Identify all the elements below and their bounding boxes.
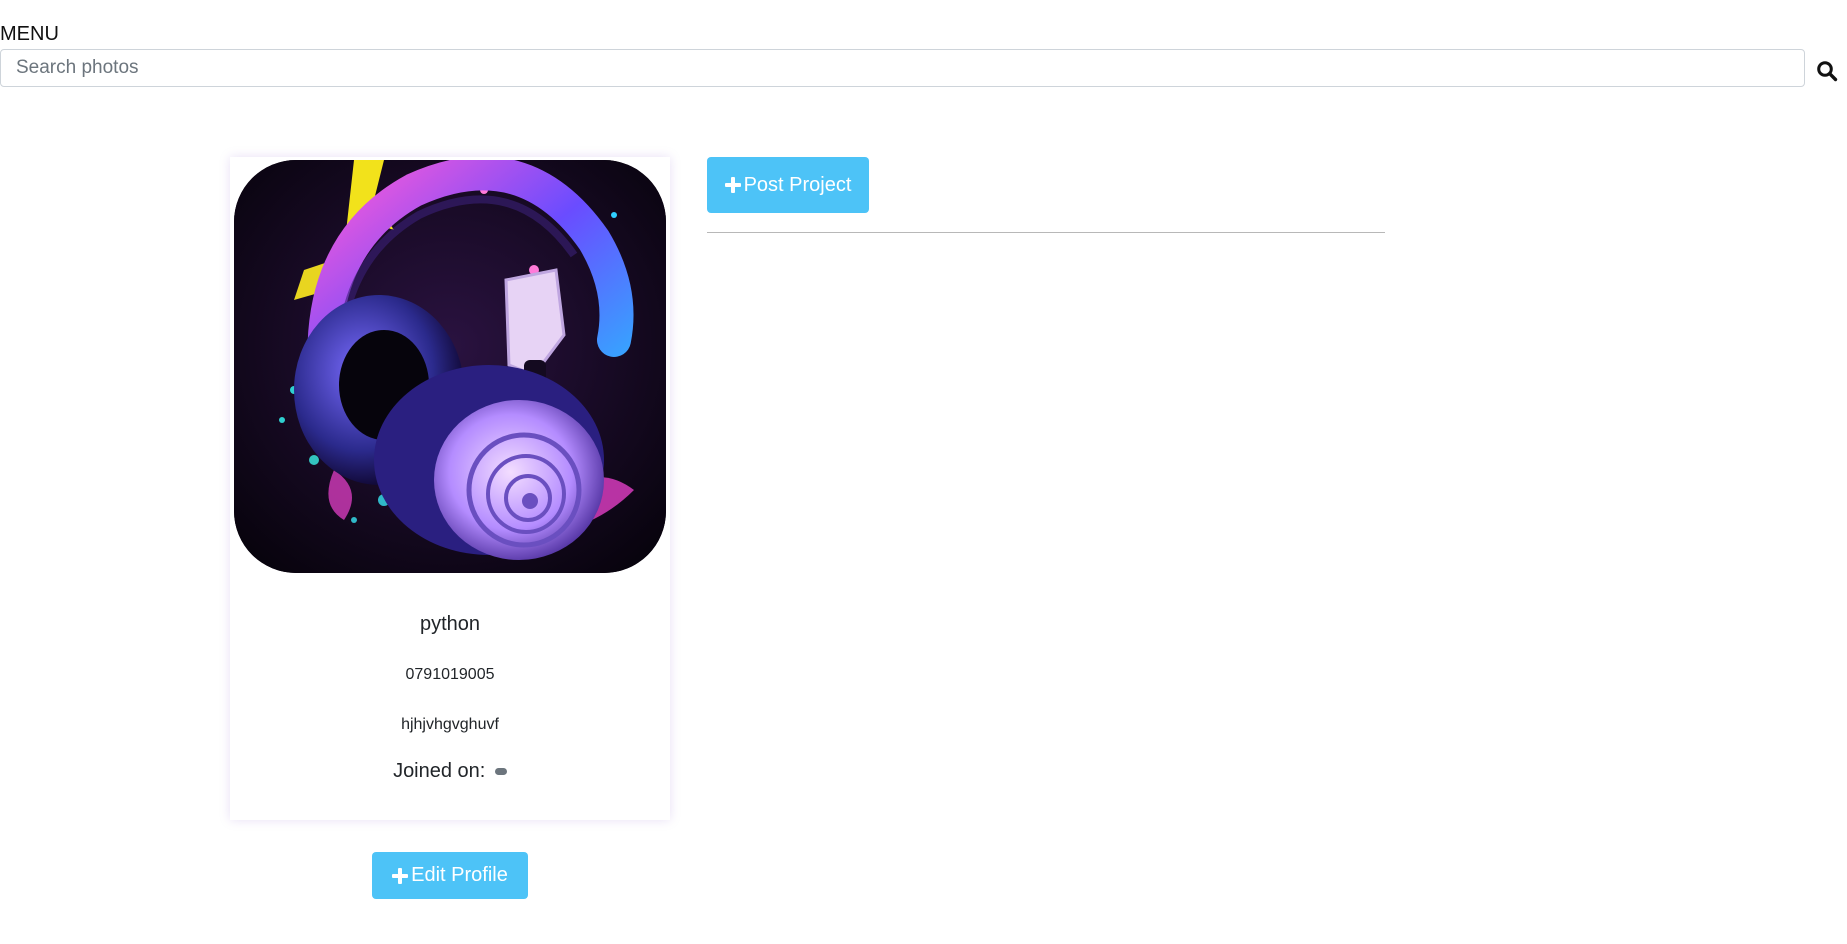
- search-input[interactable]: [0, 49, 1805, 87]
- search-bar: [0, 49, 1805, 87]
- joined-label: Joined on:: [393, 760, 486, 782]
- profile-card: python 0791019005 hjhjvhgvghuvf Joined o…: [230, 157, 670, 820]
- post-project-button[interactable]: Post Project: [707, 157, 869, 213]
- profile-joined: Joined on:: [230, 758, 670, 784]
- plus-icon: [724, 177, 741, 193]
- edit-profile-label: Edit Profile: [411, 864, 508, 886]
- joined-date-badge: [494, 768, 507, 776]
- plus-icon: [392, 867, 409, 884]
- profile-bio: hjhjvhgvghuvf: [401, 716, 499, 733]
- search-button[interactable]: [1816, 60, 1840, 84]
- profile-name: python: [419, 613, 481, 635]
- profile-avatar[interactable]: [234, 160, 666, 573]
- profile-phone: 0791019005: [405, 666, 495, 683]
- headphones-image: [234, 160, 666, 573]
- menu-label[interactable]: MENU: [0, 22, 59, 46]
- edit-profile-button[interactable]: Edit Profile: [372, 852, 528, 899]
- projects-divider: [707, 232, 1385, 233]
- post-project-label: Post Project: [743, 173, 852, 196]
- search-icon: [1817, 61, 1838, 82]
